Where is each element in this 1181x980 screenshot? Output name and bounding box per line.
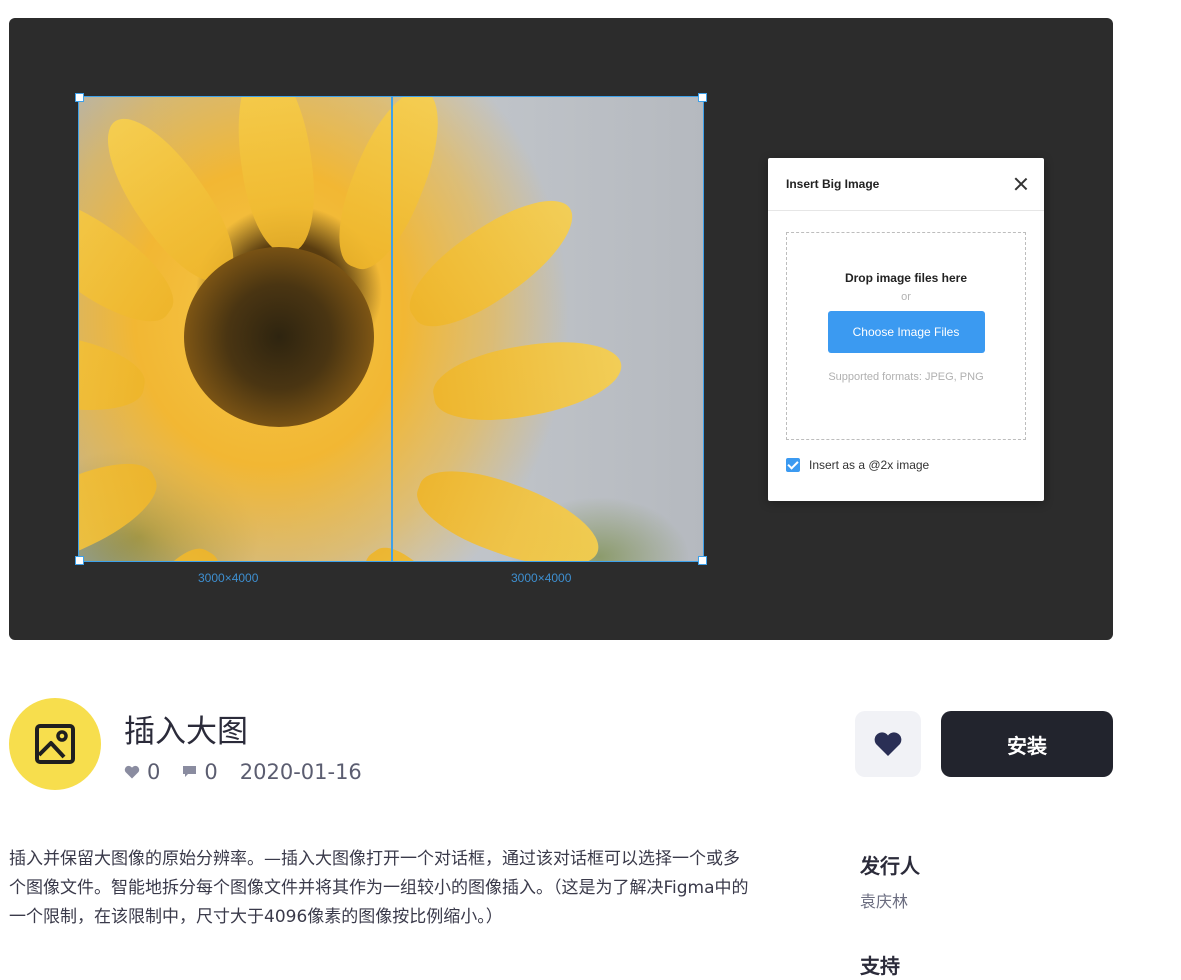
sunflower-center [184,247,374,427]
right-dimension-label: 3000×4000 [511,571,572,585]
like-button[interactable] [855,711,921,777]
resize-handle[interactable] [75,556,84,565]
supported-formats-text: Supported formats: JPEG, PNG [828,371,984,383]
close-icon[interactable] [1014,177,1028,191]
insert-2x-checkbox[interactable] [786,458,800,472]
resize-handle[interactable] [698,556,707,565]
image-dropzone[interactable]: Drop image files here or Choose Image Fi… [786,232,1026,440]
heart-icon [874,732,902,756]
publisher-name[interactable]: 袁庆林 [860,888,908,912]
plugin-description: 插入并保留大图像的原始分辨率。—插入大图像打开一个对话框，通过该对话框可以选择一… [9,849,749,927]
install-button[interactable]: 安装 [941,711,1113,777]
insert-2x-label: Insert as a @2x image [809,458,930,472]
publish-date: 2020-01-16 [239,760,362,784]
comment-icon [182,760,197,784]
sunflower-photo [78,96,704,562]
dropzone-or: or [901,291,911,303]
heart-icon [124,760,140,784]
support-label: 支持 [860,954,900,978]
resize-handle[interactable] [698,93,707,102]
insert-2x-option[interactable]: Insert as a @2x image [786,458,929,472]
split-divider [391,97,393,561]
choose-image-files-button[interactable]: Choose Image Files [827,311,985,353]
publisher-label: 发行人 [860,854,920,878]
plugin-icon [9,698,101,790]
resize-handle[interactable] [75,93,84,102]
dialog-title: Insert Big Image [786,177,880,191]
plugin-title: 插入大图 [124,714,248,750]
left-dimension-label: 3000×4000 [198,571,259,585]
dialog-header: Insert Big Image [768,158,1044,211]
plugin-meta: 0 0 2020-01-16 [124,760,362,784]
comment-count: 0 [204,760,218,784]
plugin-preview-image: 3000×4000 3000×4000 Insert Big Image Dro… [9,18,1113,640]
like-count: 0 [147,760,161,784]
image-icon [35,724,75,764]
dropzone-title: Drop image files here [844,271,968,285]
insert-big-image-dialog: Insert Big Image Drop image files here o… [768,158,1044,501]
